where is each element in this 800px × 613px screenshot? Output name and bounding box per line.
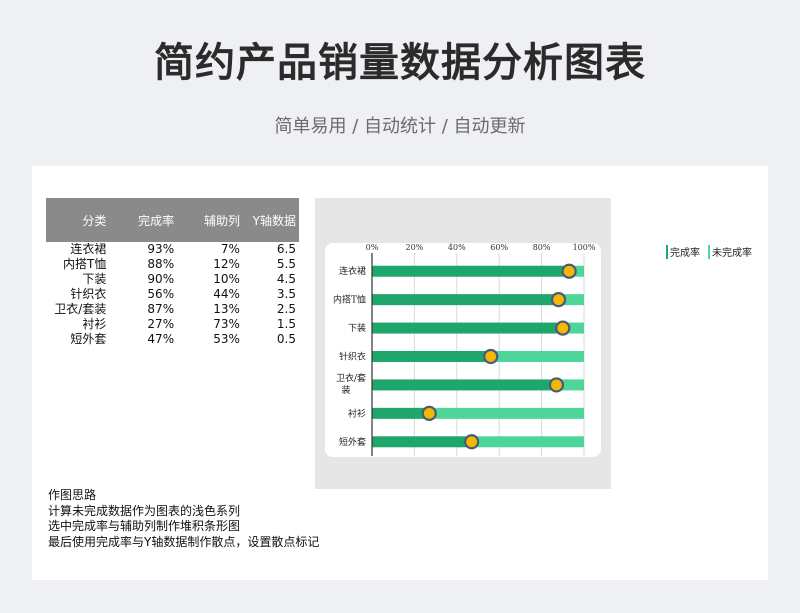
- chart-legend: 完成率 未完成率: [666, 244, 752, 259]
- table-header-row: 分类 完成率 辅助列 Y轴数据: [46, 198, 299, 242]
- table-cell: 88%: [147, 257, 175, 271]
- table-cell: 12%: [213, 257, 240, 271]
- table-cell: 1.5: [276, 317, 296, 331]
- x-tick-label: 100%: [573, 243, 596, 252]
- y-category-label: 连衣裙: [339, 265, 366, 277]
- page-subtitle: 简单易用 / 自动统计 / 自动更新: [274, 116, 526, 137]
- table-cell: 4.5: [276, 272, 296, 286]
- bar-completed: [372, 379, 557, 391]
- y-category-label: 衬衫: [348, 407, 366, 419]
- scatter-point: [483, 348, 499, 365]
- table-cell: 27%: [147, 317, 175, 331]
- x-tick-label: 60%: [490, 243, 508, 252]
- y-category-label: 内搭T恤: [333, 294, 366, 306]
- bar-remaining: [471, 436, 584, 448]
- table-cell: 7%: [220, 242, 240, 256]
- table-cell: 0.5: [276, 332, 296, 346]
- y-category-label: 下装: [348, 322, 366, 334]
- table-row: 内搭T恤 88% 12% 5.5: [46, 257, 299, 272]
- scatter-point: [561, 263, 577, 279]
- legend-label-completed: 完成率: [670, 248, 700, 259]
- table-cell: 短外套: [70, 332, 107, 346]
- x-tick-label: 80%: [533, 243, 551, 252]
- table-row: 连衣裙 93% 7% 6.5: [46, 242, 299, 257]
- bar-remaining: [429, 407, 584, 419]
- notes-line: 计算未完成数据作为图表的浅色系列: [48, 503, 241, 518]
- legend-item-completed: 完成率: [666, 244, 700, 259]
- y-category-label: 卫衣/套: [336, 372, 366, 384]
- notes-line: 最后使用完成率与Y轴数据制作散点，设置散点标记: [48, 534, 320, 549]
- table-cell: 10%: [213, 272, 240, 286]
- bar-remaining: [490, 351, 584, 362]
- y-category-label: 装: [341, 384, 350, 396]
- table-cell: 针织衣: [70, 287, 107, 301]
- y-category-label: 针织衣: [339, 351, 366, 363]
- table-cell: 5.5: [276, 257, 296, 271]
- legend-swatch-completed: [666, 244, 668, 259]
- table-row: 短外套 47% 53% 0.5: [46, 332, 299, 347]
- table-cell: 2.5: [276, 302, 296, 316]
- table-header-cell: 分类: [46, 198, 110, 242]
- legend-item-remaining: 未完成率: [708, 244, 752, 259]
- table-cell: 下装: [82, 272, 107, 286]
- notes-line: 选中完成率与辅助列制作堆积条形图: [48, 519, 241, 533]
- table-cell: 44%: [213, 287, 240, 301]
- scatter-point: [555, 320, 571, 336]
- bar-completed: [372, 265, 570, 277]
- table-cell: 53%: [213, 332, 240, 346]
- bar-completed: [372, 351, 491, 362]
- table-cell: 73%: [213, 317, 240, 331]
- data-table: 分类 完成率 辅助列 Y轴数据 连衣裙 93% 7% 6.5 内搭T恤 88% 12% 5.5…: [46, 198, 299, 347]
- scatter-point: [464, 434, 480, 450]
- legend-swatch-remaining: [708, 244, 710, 259]
- table-cell: 90%: [147, 272, 175, 286]
- notes: 作图思路 计算未完成数据作为图表的浅色系列 选中完成率与辅助列制作堆积条形图 最…: [48, 488, 319, 550]
- content-card: 分类 完成率 辅助列 Y轴数据 连衣裙 93% 7% 6.5 内搭T恤 88% 12% 5.5…: [32, 166, 768, 580]
- stacked-bar-chart: 0% 20% 40% 60% 80% 100% 连衣裙内搭T恤下装针织衣卫衣/套装衬衫短外套: [325, 243, 601, 457]
- table-header-cell: Y轴数据: [242, 198, 299, 242]
- table-cell: 3.5: [276, 287, 296, 301]
- table-row: 针织衣 56% 44% 3.5: [46, 287, 299, 302]
- table-cell: 卫衣/套装: [54, 302, 107, 316]
- table-cell: 93%: [147, 242, 175, 256]
- x-tick-label: 20%: [406, 243, 424, 252]
- table-cell: 13%: [213, 302, 240, 316]
- table-cell: 6.5: [276, 242, 296, 256]
- page-title: 简约产品销量数据分析图表: [154, 40, 646, 86]
- table-row: 衬衫 27% 73% 1.5: [46, 317, 299, 332]
- table-cell: 衬衫: [82, 317, 107, 331]
- scatter-point: [421, 405, 437, 421]
- x-tick-label: 0%: [366, 243, 379, 252]
- table-header-cell: 完成率: [109, 198, 178, 242]
- bar-completed: [372, 407, 430, 419]
- table-row: 卫衣/套装 87% 13% 2.5: [46, 302, 299, 317]
- table-body: 连衣裙 93% 7% 6.5 内搭T恤 88% 12% 5.5 下装 90% 10% 4.5 针织衣 56…: [46, 242, 299, 347]
- table-cell: 56%: [147, 287, 175, 301]
- bar-completed: [372, 322, 563, 334]
- table-cell: 87%: [147, 302, 175, 316]
- table-header-cell: 辅助列: [177, 198, 243, 242]
- notes-heading: 作图思路: [48, 488, 97, 502]
- legend-label-remaining: 未完成率: [712, 248, 752, 259]
- scatter-point: [548, 377, 565, 393]
- table-cell: 内搭T恤: [63, 257, 107, 271]
- table-cell: 连衣裙: [70, 242, 107, 256]
- bar-completed: [372, 436, 472, 448]
- table-row: 下装 90% 10% 4.5: [46, 272, 299, 287]
- x-tick-label: 40%: [448, 243, 466, 252]
- scatter-point: [550, 292, 567, 308]
- y-category-label: 短外套: [339, 436, 366, 448]
- bar-completed: [372, 294, 559, 306]
- table-cell: 47%: [147, 332, 175, 346]
